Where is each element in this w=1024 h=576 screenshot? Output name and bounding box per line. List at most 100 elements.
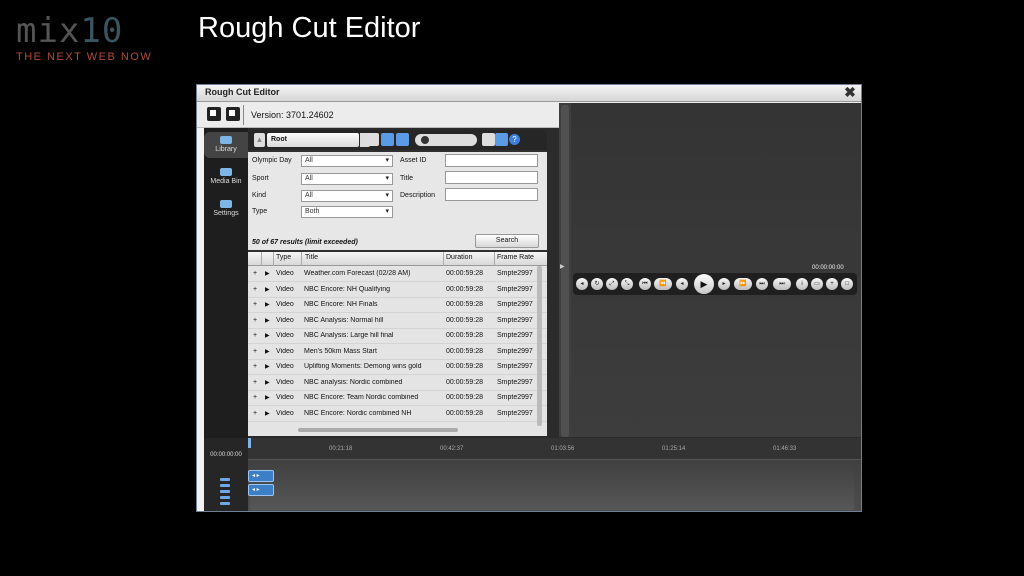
add-to-timeline-button[interactable]: + <box>253 317 261 324</box>
close-button[interactable]: ✖ <box>843 85 857 100</box>
table-row[interactable]: + ▶ Video NBC Analysis: Large hill final 00:… <box>248 329 547 344</box>
timeline-ruler[interactable]: 00:21:18 00:42:37 01:03:56 01:25:14 01:4… <box>248 438 861 460</box>
timeline-track-lane[interactable] <box>250 468 854 510</box>
column-divider <box>494 252 495 266</box>
title-input[interactable] <box>445 171 538 184</box>
expand-icon[interactable]: ⤡ <box>621 278 633 290</box>
open-project-icon[interactable] <box>207 107 221 121</box>
next-clip-icon[interactable]: ⏭ <box>773 278 791 290</box>
add-to-timeline-button[interactable]: + <box>253 363 261 370</box>
volume-icon[interactable]: ◂ <box>576 278 588 290</box>
video-filter-icon[interactable] <box>396 133 409 146</box>
skip-to-start-icon[interactable]: ⏮ <box>639 278 651 290</box>
fast-forward-icon[interactable]: ⏩ <box>734 278 752 290</box>
column-header-type[interactable]: Type <box>276 254 291 261</box>
cell-duration: 00:00:59:28 <box>446 378 483 386</box>
up-folder-button[interactable]: ▲ <box>254 133 265 147</box>
expand-row-icon[interactable]: ▶ <box>265 379 273 386</box>
table-vertical-scrollbar[interactable] <box>537 266 542 426</box>
kind-select[interactable]: All <box>301 190 393 202</box>
thumbnail-view-icon[interactable] <box>366 133 379 146</box>
grid-view-icon[interactable] <box>482 133 495 146</box>
asset-id-input[interactable] <box>445 154 538 167</box>
expand-row-icon[interactable]: ▶ <box>265 348 273 355</box>
cell-frame-rate: Smpte2997 <box>497 363 533 370</box>
cell-duration: 00:00:59:28 <box>446 394 483 401</box>
cell-duration: 00:00:59:28 <box>446 363 483 370</box>
sport-select[interactable]: All <box>301 173 393 185</box>
loop-icon[interactable]: ↻ <box>591 278 603 290</box>
type-select[interactable]: Both <box>301 206 393 218</box>
add-to-timeline-button[interactable]: + <box>253 332 261 339</box>
splitter-arrow-icon: ▶ <box>560 264 565 270</box>
table-row[interactable]: + ▶ Video NBC Encore: Team Nordic combined 0… <box>248 391 547 406</box>
column-header-title[interactable]: Title <box>305 254 318 261</box>
help-icon[interactable]: ? <box>509 134 520 145</box>
video-track-button[interactable]: ◂ ▸ <box>248 470 274 482</box>
version-label: Version: <box>251 110 284 120</box>
playhead[interactable] <box>248 438 251 448</box>
expand-row-icon[interactable]: ▶ <box>265 301 273 308</box>
add-to-timeline-button[interactable]: + <box>253 270 261 277</box>
olympic-day-select[interactable]: All <box>301 155 393 167</box>
nav-item-library[interactable]: Library <box>204 132 248 158</box>
cell-duration: 00:00:59:28 <box>446 270 483 277</box>
add-to-timeline-button[interactable]: + <box>253 286 261 293</box>
cell-title: NBC Analysis: Large hill final <box>304 332 394 339</box>
table-row[interactable]: + ▶ Video NBC Encore: NH Qualifying 00:00:59… <box>248 283 547 298</box>
slide-title: Rough Cut Editor <box>198 12 421 44</box>
table-horizontal-scrollbar[interactable] <box>298 428 458 432</box>
column-header-duration[interactable]: Duration <box>446 254 472 261</box>
column-header-frame-rate[interactable]: Frame Rate <box>497 254 539 261</box>
expand-row-icon[interactable]: ▶ <box>265 332 273 339</box>
nav-item-media-bin[interactable]: Media Bin <box>204 168 248 185</box>
table-row[interactable]: + ▶ Video Uplifting Moments: Demong wins go… <box>248 360 547 375</box>
table-row[interactable]: + ▶ Video NBC Encore: NH Finals 00:00:59:28 S… <box>248 298 547 313</box>
table-row[interactable]: + ▶ Video Men's 50km Mass Start 00:00:59:28 S… <box>248 345 547 360</box>
table-row[interactable]: + ▶ Video NBC Encore: Nordic combined NH 00:… <box>248 407 547 422</box>
cell-title: NBC Analysis: Normal hill <box>304 316 384 324</box>
play-button[interactable]: ▶ <box>694 274 714 294</box>
cell-type: Video <box>276 378 294 386</box>
panel-splitter[interactable]: ▶ <box>559 103 571 437</box>
table-row[interactable]: + ▶ Video Weather.com Forecast (02/28 AM) 00… <box>248 267 547 282</box>
step-back-icon[interactable]: ◂ <box>676 278 688 290</box>
add-to-timeline-button[interactable]: + <box>253 410 261 417</box>
search-button[interactable]: Search <box>475 234 539 248</box>
cell-duration: 00:00:59:28 <box>446 316 483 324</box>
add-to-timeline-button[interactable]: + <box>253 394 261 401</box>
description-input[interactable] <box>445 188 538 201</box>
screen-icon[interactable]: □ <box>841 278 853 290</box>
skip-to-end-icon[interactable]: ⏭ <box>756 278 768 290</box>
expand-row-icon[interactable]: ▶ <box>265 286 273 293</box>
add-to-timeline-button[interactable]: + <box>253 379 261 386</box>
expand-row-icon[interactable]: ▶ <box>265 270 273 277</box>
timeline-zoom-icon[interactable] <box>220 478 230 510</box>
add-to-timeline-button[interactable]: + <box>253 348 261 355</box>
path-selector[interactable]: Root <box>267 133 359 147</box>
rewind-icon[interactable]: ⏪ <box>654 278 672 290</box>
step-forward-icon[interactable]: ▸ <box>718 278 730 290</box>
splitter-bar[interactable] <box>561 105 569 437</box>
expand-row-icon[interactable]: ▶ <box>265 410 273 417</box>
table-row[interactable]: + ▶ Video NBC analysis: Nordic combined 00:0… <box>248 376 547 391</box>
fullscreen-icon[interactable]: ⤢ <box>606 278 618 290</box>
cell-frame-rate: Smpte2997 <box>497 316 533 324</box>
expand-row-icon[interactable]: ▶ <box>265 363 273 370</box>
comment-icon[interactable]: ▭ <box>811 278 823 290</box>
table-row[interactable]: + ▶ Video NBC Analysis: Normal hill 00:00:59… <box>248 314 547 329</box>
audio-track-button[interactable]: ◂ ▸ <box>248 484 274 496</box>
cell-frame-rate: Smpte2997 <box>497 394 533 401</box>
add-marker-icon[interactable]: + <box>826 278 838 290</box>
cell-frame-rate: Smpte2997 <box>497 270 533 277</box>
nav-item-settings[interactable]: Settings <box>204 200 248 217</box>
expand-row-icon[interactable]: ▶ <box>265 317 273 324</box>
add-to-timeline-button[interactable]: + <box>253 301 261 308</box>
zoom-slider[interactable] <box>415 134 477 146</box>
audio-filter-icon[interactable] <box>381 133 394 146</box>
save-project-icon[interactable] <box>226 107 240 121</box>
cell-frame-rate: Smpte2997 <box>497 332 533 339</box>
info-icon[interactable]: i <box>796 278 808 290</box>
list-view-icon[interactable] <box>495 133 508 146</box>
expand-row-icon[interactable]: ▶ <box>265 394 273 401</box>
